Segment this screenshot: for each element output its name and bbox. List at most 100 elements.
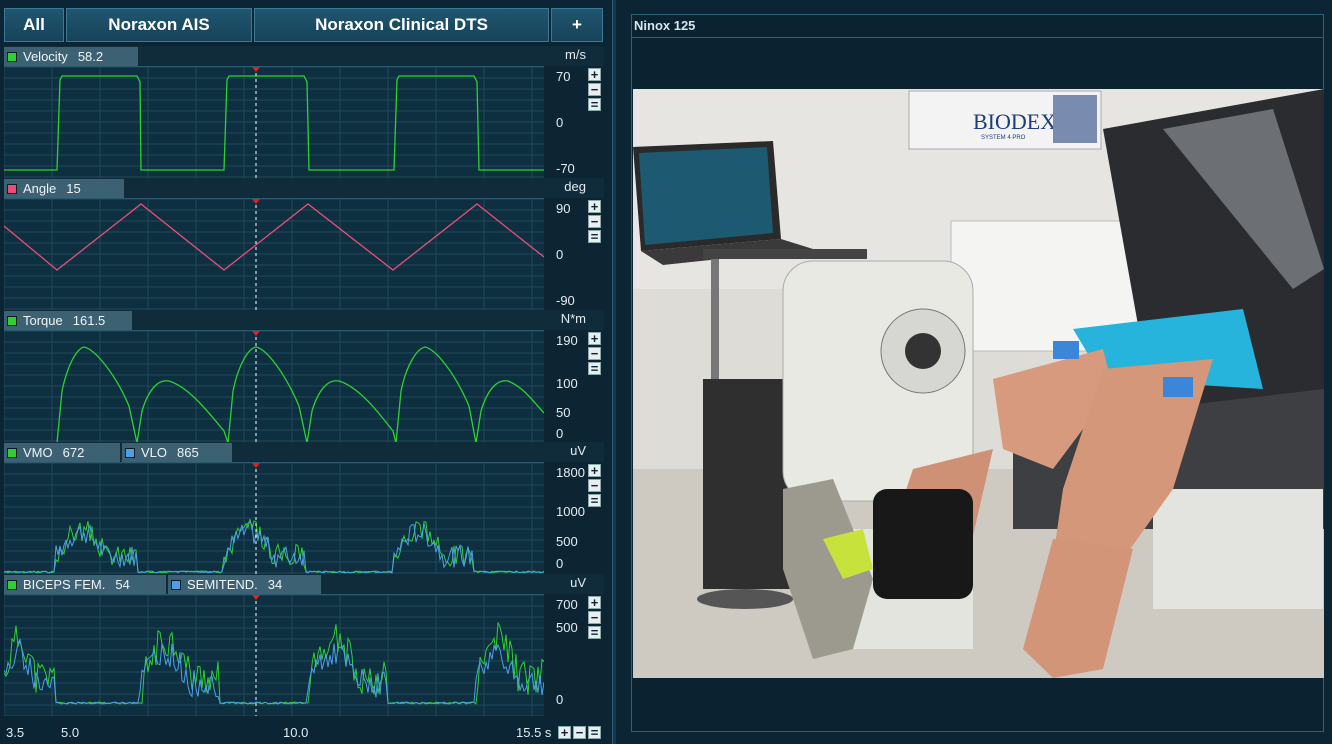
zoom-out-button[interactable]: − [588, 479, 601, 492]
velocity-graph [4, 67, 544, 178]
y-tick: -70 [556, 161, 575, 176]
y-tick: 500 [556, 534, 578, 549]
pane-splitter[interactable] [612, 0, 616, 744]
y-tick: 700 [556, 597, 578, 612]
zoom-out-button[interactable]: − [588, 83, 601, 96]
y-tick: 1000 [556, 504, 585, 519]
channel-unit: m/s [565, 47, 586, 62]
emg-quadriceps-plot[interactable] [4, 462, 544, 574]
velocity-label[interactable]: Velocity 58.2 [4, 47, 138, 66]
poster-brand: BIODEX [973, 109, 1056, 134]
emg-quadriceps-graph [4, 463, 544, 574]
divider [632, 37, 1323, 38]
channel-value: 672 [62, 445, 85, 460]
tab-noraxon-ais[interactable]: Noraxon AIS [66, 8, 252, 42]
torque-graph [4, 331, 544, 442]
torque-channel: Torque 161.5 N*m 190 100 50 0 + − = [4, 310, 604, 442]
zoom-in-button[interactable]: + [588, 596, 601, 609]
y-tick: 0 [556, 692, 564, 707]
zoom-out-button[interactable]: − [588, 347, 601, 360]
y-tick: 50 [556, 405, 571, 420]
channel-value: 58.2 [77, 49, 104, 64]
channel-header: Velocity 58.2 m/s [4, 46, 604, 66]
zoom-in-button[interactable]: + [588, 332, 601, 345]
poster-subtitle: SYSTEM 4 PRO [981, 135, 1026, 141]
channel-name: VMO [23, 445, 53, 460]
time-zoom-fit-button[interactable]: = [588, 726, 601, 739]
zoom-out-button[interactable]: − [588, 215, 601, 228]
zoom-fit-button[interactable]: = [588, 494, 601, 507]
y-tick: 100 [556, 376, 578, 391]
time-tick: 15.5 s [516, 725, 552, 740]
video-title: Ninox 125 [634, 18, 696, 33]
y-tick: 1800 [556, 465, 585, 480]
torque-plot[interactable] [4, 330, 544, 442]
zoom-in-button[interactable]: + [588, 200, 601, 213]
video-frame[interactable]: BIODEX SYSTEM 4 PRO [633, 89, 1324, 678]
app-window: All Noraxon AIS Noraxon Clinical DTS + V… [0, 0, 1332, 744]
channel-header: BICEPS FEM. 54 SEMITEND. 34 uV [4, 574, 604, 594]
channel-name: Torque [23, 313, 63, 328]
biceps-femoris-color-swatch [7, 579, 17, 590]
add-tab-button[interactable]: + [551, 8, 603, 42]
channel-unit: deg [564, 179, 586, 194]
zoom-fit-button[interactable]: = [588, 98, 601, 111]
velocity-color-swatch [7, 51, 17, 62]
zoom-in-button[interactable]: + [588, 464, 601, 477]
channel-name: BICEPS FEM. [23, 577, 106, 592]
channel-name: Velocity [23, 49, 68, 64]
semitendinosus-label[interactable]: SEMITEND. 34 [168, 575, 321, 594]
vmo-color-swatch [7, 447, 17, 458]
video-image: BIODEX SYSTEM 4 PRO [633, 89, 1324, 678]
vmo-label[interactable]: VMO 672 [4, 443, 120, 462]
vlo-label[interactable]: VLO 865 [122, 443, 232, 462]
velocity-channel: Velocity 58.2 m/s 70 0 -70 + − = [4, 46, 604, 178]
zoom-out-button[interactable]: − [588, 611, 601, 624]
channel-name: Angle [23, 181, 57, 196]
channel-value: 15 [66, 181, 81, 196]
channel-unit: uV [570, 575, 586, 590]
y-tick: -90 [556, 293, 575, 308]
biceps-femoris-label[interactable]: BICEPS FEM. 54 [4, 575, 166, 594]
video-pane: Ninox 125 BIODEX SYSTEM 4 PRO [631, 14, 1324, 732]
channel-value: 161.5 [72, 313, 106, 328]
channel-header: VMO 672 VLO 865 uV [4, 442, 604, 462]
emg-hamstrings-plot[interactable] [4, 594, 544, 716]
zoom-fit-button[interactable]: = [588, 230, 601, 243]
time-zoom-out-button[interactable]: − [573, 726, 586, 739]
channel-header: Angle 15 deg [4, 178, 604, 198]
torque-label[interactable]: Torque 161.5 [4, 311, 132, 330]
tab-all[interactable]: All [4, 8, 64, 42]
y-tick: 190 [556, 333, 578, 348]
channel-header: Torque 161.5 N*m [4, 310, 604, 330]
channel-unit: uV [570, 443, 586, 458]
emg-hamstrings-channel: BICEPS FEM. 54 SEMITEND. 34 uV 700 500 0 [4, 574, 604, 716]
time-tick: 3.5 [6, 725, 25, 740]
zoom-fit-button[interactable]: = [588, 362, 601, 375]
y-tick: 0 [556, 115, 564, 130]
y-tick: 70 [556, 69, 571, 84]
semitendinosus-color-swatch [171, 579, 181, 590]
velocity-plot[interactable] [4, 66, 544, 178]
tab-noraxon-clinical-dts[interactable]: Noraxon Clinical DTS [254, 8, 549, 42]
y-tick: 500 [556, 620, 578, 635]
time-zoom-in-button[interactable]: + [558, 726, 571, 739]
channel-value: 54 [115, 577, 130, 592]
zoom-in-button[interactable]: + [588, 68, 601, 81]
zoom-fit-button[interactable]: = [588, 626, 601, 639]
angle-plot[interactable] [4, 198, 544, 310]
angle-color-swatch [7, 183, 17, 194]
emg-hamstrings-graph [4, 595, 544, 716]
time-tick: 10.0 [283, 725, 309, 740]
torque-color-swatch [7, 315, 17, 326]
y-tick: 0 [556, 556, 564, 571]
channel-value: 865 [177, 445, 199, 460]
channel-unit: N*m [560, 311, 586, 326]
time-tick: 5.0 [61, 725, 80, 740]
channel-name: SEMITEND. [187, 577, 258, 592]
channel-name: VLO [141, 445, 168, 460]
vlo-color-swatch [125, 447, 135, 458]
angle-label[interactable]: Angle 15 [4, 179, 124, 198]
emg-quadriceps-channel: VMO 672 VLO 865 uV 1800 1000 500 0 + − = [4, 442, 604, 574]
angle-graph [4, 199, 544, 310]
